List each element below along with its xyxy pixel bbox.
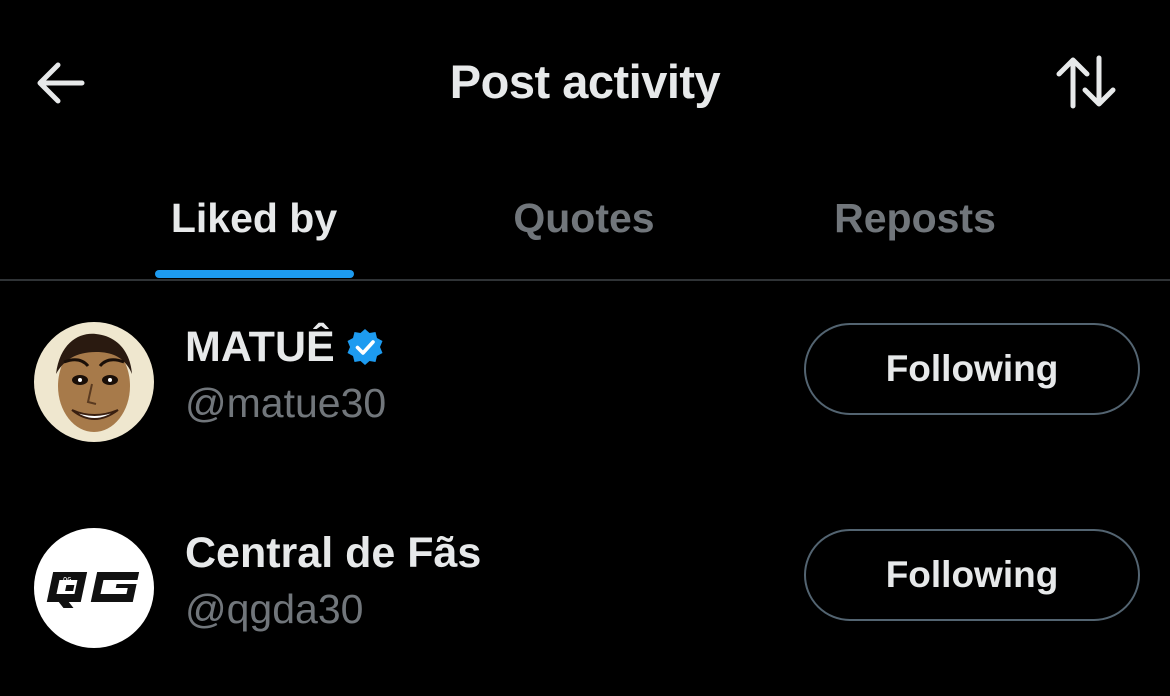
verified-badge-icon — [347, 329, 383, 365]
qg-logo-icon: QG — [34, 528, 154, 648]
user-handle: @qgda30 — [185, 586, 364, 632]
tab-reposts[interactable]: Reposts — [810, 188, 1020, 248]
tab-quotes[interactable]: Quotes — [484, 188, 684, 248]
user-display-name[interactable]: MATUÊ — [185, 320, 385, 374]
user-name-text: MATUÊ — [185, 323, 335, 371]
user-handle: @matue30 — [185, 380, 387, 426]
face-illustration-icon — [34, 322, 154, 442]
qg-logo-text: QG — [63, 576, 71, 584]
tab-divider — [0, 279, 1170, 281]
list-item[interactable]: QG Central de Fãs @qgda30 Following — [0, 496, 1170, 696]
active-tab-indicator — [155, 270, 354, 278]
following-button[interactable]: Following — [804, 323, 1140, 415]
tab-liked-by[interactable]: Liked by — [154, 188, 354, 248]
sort-arrows-icon — [1056, 55, 1116, 109]
top-bar: Post activity — [0, 0, 1170, 160]
user-name-text: Central de Fãs — [185, 529, 482, 577]
sort-button[interactable] — [1050, 50, 1122, 114]
following-button[interactable]: Following — [804, 529, 1140, 621]
avatar[interactable] — [34, 322, 154, 442]
avatar[interactable]: QG — [34, 528, 154, 648]
page-title: Post activity — [449, 55, 721, 108]
tab-bar: Liked by Quotes Reposts — [0, 160, 1170, 280]
user-display-name[interactable]: Central de Fãs — [185, 526, 481, 580]
list-item[interactable]: MATUÊ @matue30 Following — [0, 290, 1170, 490]
